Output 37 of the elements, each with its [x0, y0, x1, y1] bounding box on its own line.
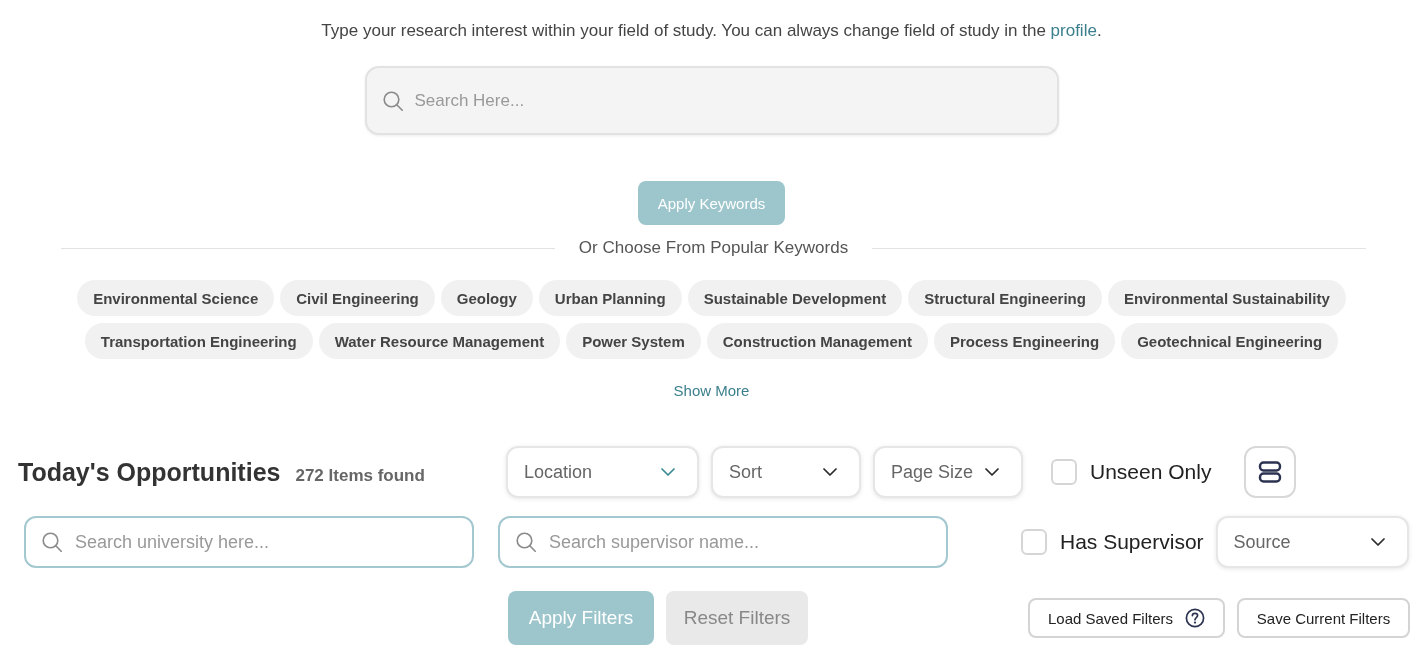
checkbox-label: Has Supervisor [1060, 530, 1204, 554]
search-icon [382, 90, 403, 111]
filters-button[interactable]: Load Saved Filters [1028, 598, 1225, 638]
stacked-rows-icon [1258, 461, 1283, 483]
checkbox[interactable] [1021, 529, 1047, 555]
filter-dropdown[interactable]: Page Size [873, 446, 1023, 498]
keyword-chip[interactable]: Civil Engineering [280, 280, 435, 316]
university-search-field[interactable]: Search university here... [24, 516, 474, 568]
checkbox[interactable] [1051, 459, 1077, 485]
keyword-chip[interactable]: Geotechnical Engineering [1121, 323, 1339, 359]
keyword-chip[interactable]: Process Engineering [933, 323, 1116, 359]
search-icon [42, 532, 62, 552]
keyword-chip[interactable]: Urban Planning [538, 280, 682, 316]
keyword-chip[interactable]: Transportation Engineering [84, 323, 313, 359]
keyword-chip[interactable]: Environmental Sustainability [1107, 280, 1346, 316]
keyword-chip[interactable]: Water Resource Management [318, 323, 561, 359]
checkbox-label: Unseen Only [1090, 460, 1212, 484]
keyword-search-field[interactable]: Search Here... [364, 66, 1059, 135]
keyword-chip[interactable]: Power System [566, 323, 701, 359]
filter-dropdown[interactable]: Location [506, 446, 699, 498]
popular-keywords-heading: Or Choose From Popular Keywords [577, 238, 850, 258]
keyword-chip[interactable]: Construction Management [706, 323, 928, 359]
section-title: Today's Opportunities [18, 457, 281, 487]
search-icon [516, 532, 536, 552]
profile-link[interactable]: profile [1050, 21, 1097, 40]
show-more-link[interactable]: Show More [673, 381, 750, 401]
keyword-chip[interactable]: Structural Engineering [908, 280, 1102, 316]
keyword-chip[interactable]: Environmental Science [77, 280, 275, 316]
intro-text: Type your research interest within your field of study. You can always change field of study in the profile. [320, 20, 1103, 42]
keyword-chip[interactable]: Geology [440, 280, 533, 316]
filter-dropdown[interactable]: Sort [711, 446, 861, 498]
source-dropdown[interactable]: Source [1215, 516, 1409, 568]
supervisor-search-field[interactable]: Search supervisor name... [498, 516, 948, 568]
items-count: 272 Items found [295, 465, 425, 486]
filters-button[interactable]: Save Current Filters [1237, 598, 1410, 638]
layout-toggle-button[interactable] [1244, 446, 1297, 498]
keyword-chip[interactable]: Sustainable Development [687, 280, 903, 316]
